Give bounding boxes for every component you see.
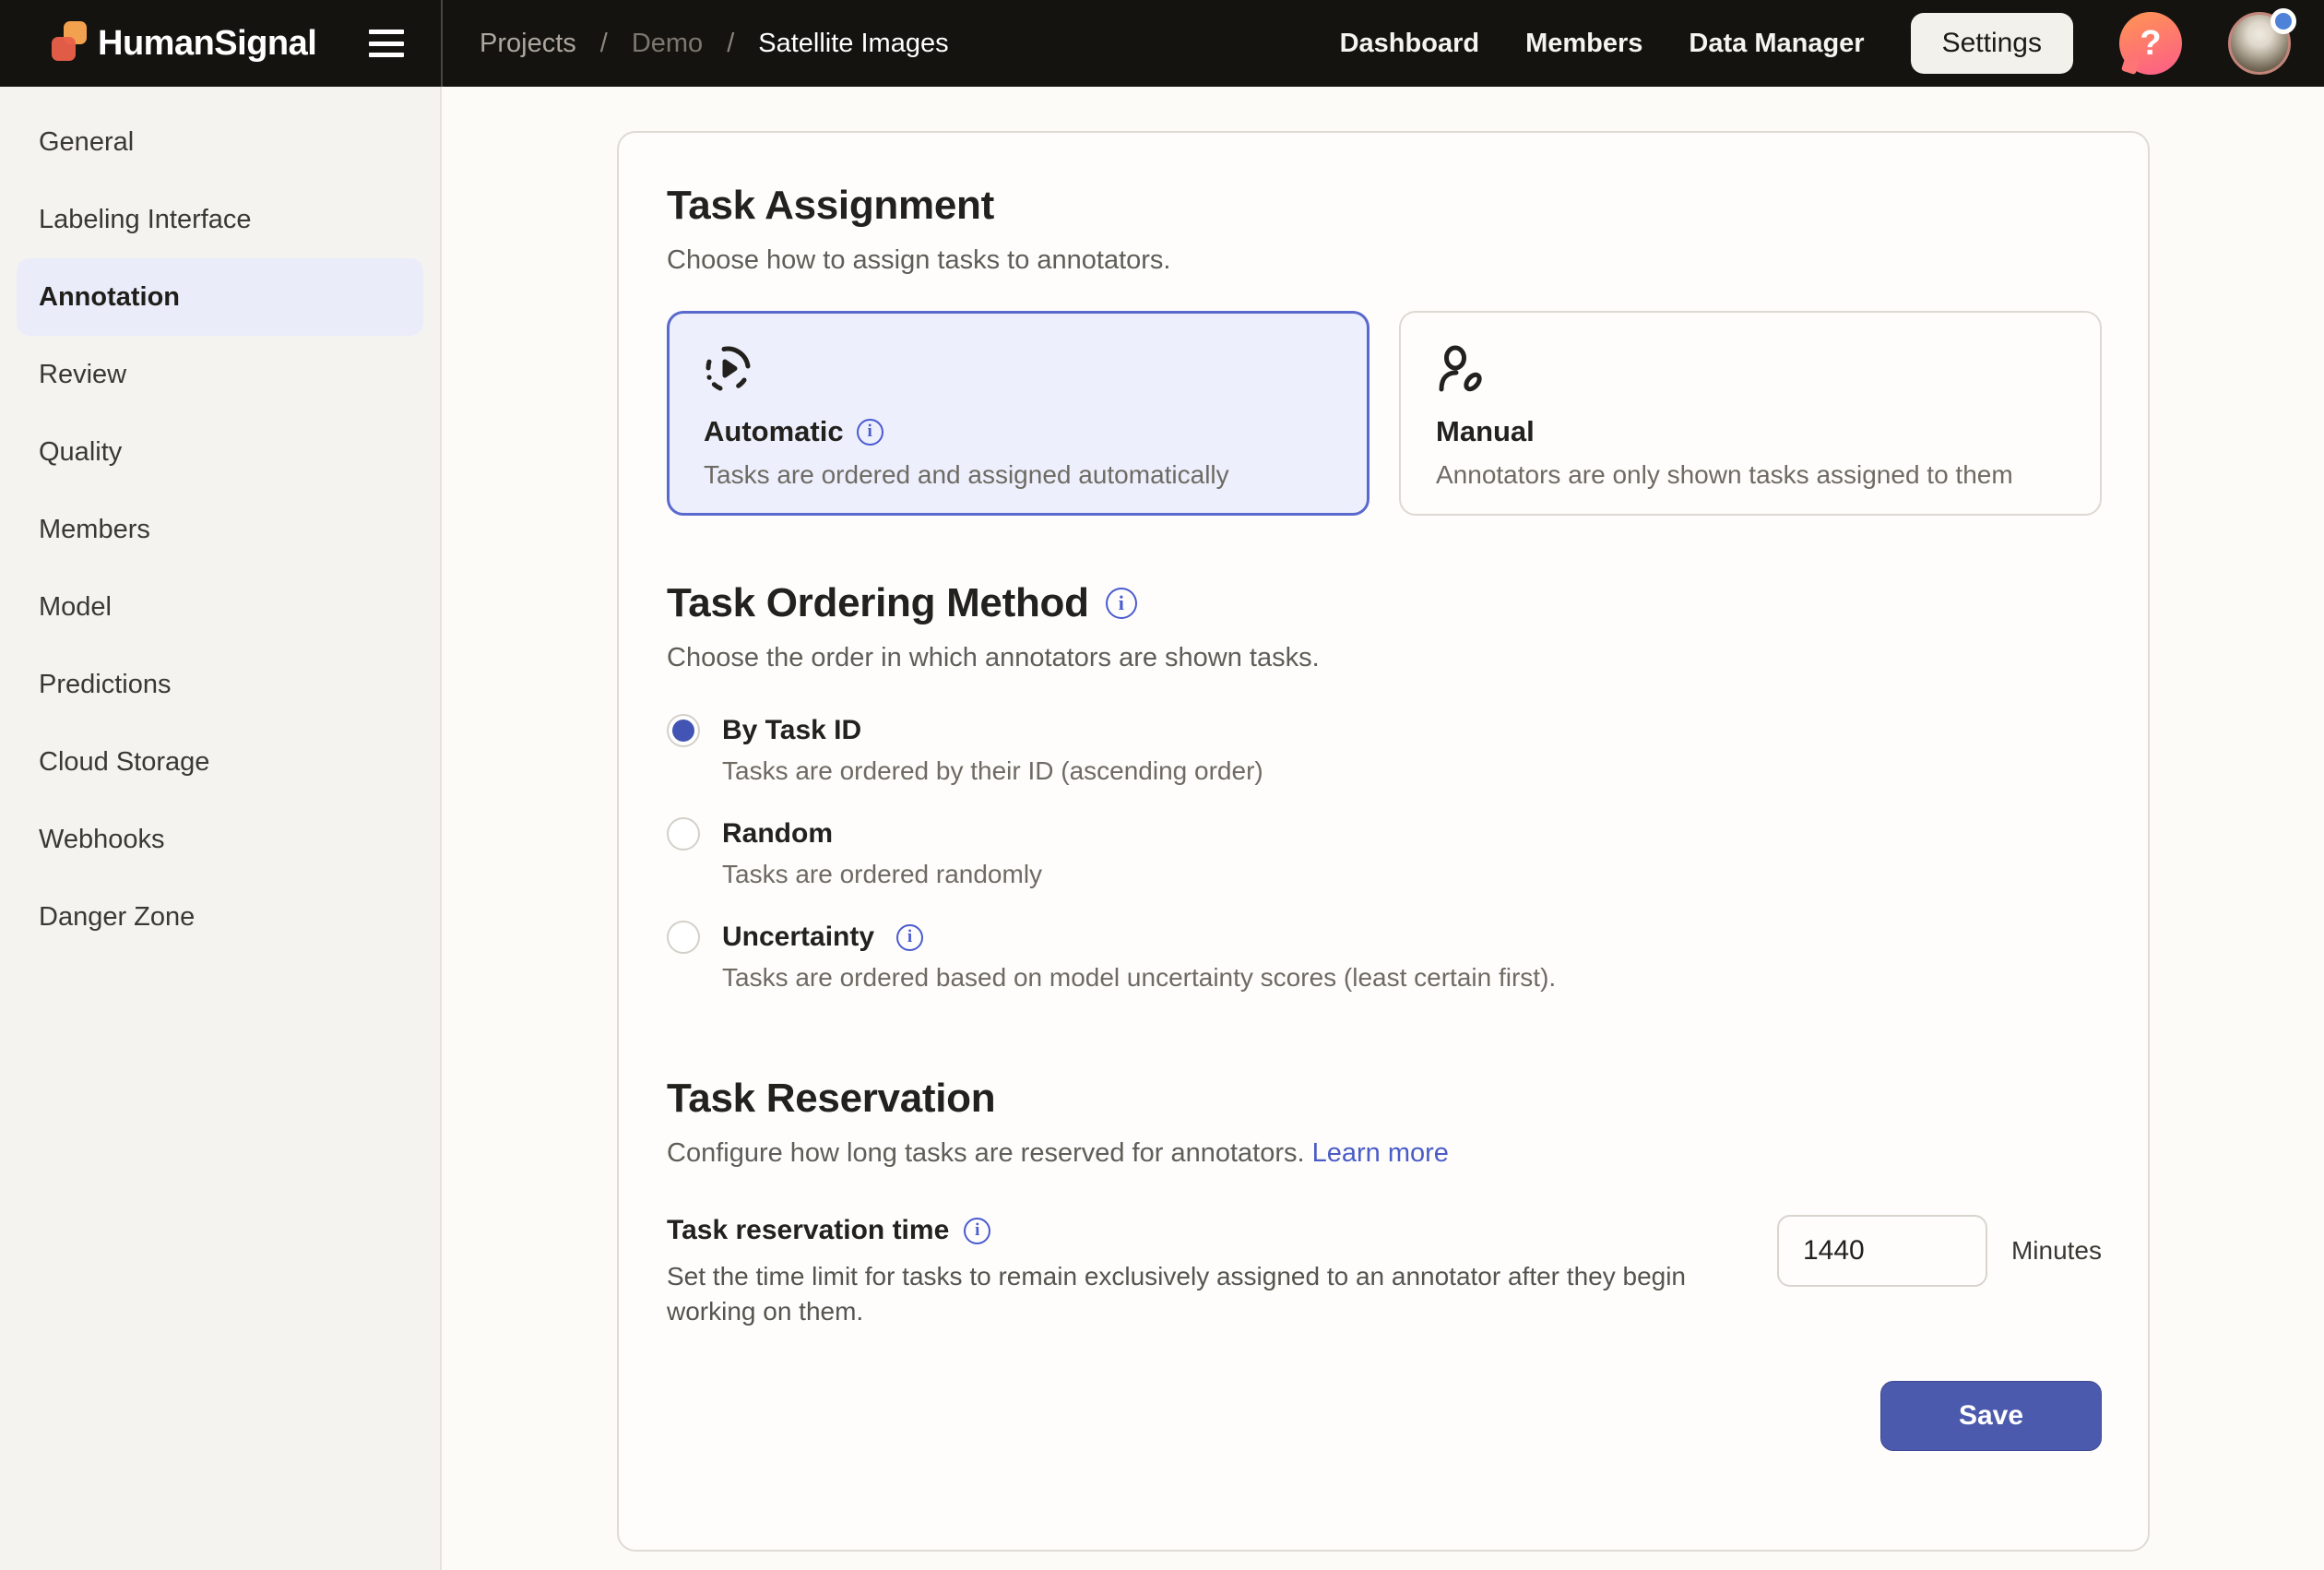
- automatic-title-row: Automatic: [704, 415, 1333, 448]
- uncertainty-radio[interactable]: [667, 921, 700, 954]
- task-ordering-title: Task Ordering Method: [667, 580, 2102, 626]
- user-avatar[interactable]: [2228, 12, 2291, 75]
- uncertainty-label: Uncertainty: [722, 922, 874, 953]
- breadcrumb-projects[interactable]: Projects: [480, 29, 576, 59]
- radio-option-random: Random Tasks are ordered randomly: [667, 817, 2102, 889]
- page-body: General Labeling Interface Annotation Re…: [0, 87, 2324, 1570]
- nav-data-manager[interactable]: Data Manager: [1689, 29, 1864, 59]
- nav-members[interactable]: Members: [1525, 29, 1642, 59]
- logo-text: HumanSignal: [98, 24, 316, 64]
- task-ordering-info-icon[interactable]: [1106, 588, 1137, 619]
- ordering-radio-group: By Task ID Tasks are ordered by their ID…: [667, 714, 2102, 993]
- sidebar-item-annotation[interactable]: Annotation: [17, 258, 423, 336]
- reservation-time-description: Set the time limit for tasks to remain e…: [667, 1259, 1746, 1329]
- humansignal-logo[interactable]: HumanSignal: [52, 21, 316, 65]
- sidebar-item-cloud-storage[interactable]: Cloud Storage: [17, 723, 423, 801]
- settings-sidebar: General Labeling Interface Annotation Re…: [0, 87, 442, 1570]
- by-task-id-description: Tasks are ordered by their ID (ascending…: [722, 756, 2102, 786]
- hamburger-menu-icon[interactable]: [369, 30, 404, 57]
- task-assignment-title-text: Task Assignment: [667, 183, 994, 229]
- save-button[interactable]: Save: [1880, 1381, 2102, 1451]
- sidebar-item-model[interactable]: Model: [17, 568, 423, 646]
- help-icon[interactable]: ?: [2119, 12, 2182, 75]
- task-reservation-section: Task Reservation Configure how long task…: [667, 1076, 2102, 1451]
- annotation-settings-panel: Task Assignment Choose how to assign tas…: [617, 131, 2150, 1552]
- sidebar-item-predictions[interactable]: Predictions: [17, 646, 423, 723]
- reservation-time-field-row: Task reservation time Set the time limit…: [667, 1215, 2102, 1329]
- sidebar-item-members[interactable]: Members: [17, 491, 423, 568]
- task-ordering-title-text: Task Ordering Method: [667, 580, 1089, 626]
- task-reservation-title: Task Reservation: [667, 1076, 2102, 1122]
- reservation-time-info-icon[interactable]: [964, 1218, 990, 1244]
- assignment-option-cards: Automatic Tasks are ordered and assigned…: [667, 311, 2102, 516]
- task-assignment-subtitle: Choose how to assign tasks to annotators…: [667, 245, 2102, 276]
- breadcrumb-separator: /: [600, 29, 608, 59]
- random-row[interactable]: Random: [667, 817, 2102, 850]
- autoplay-icon: [704, 344, 753, 394]
- settings-button[interactable]: Settings: [1911, 13, 2073, 74]
- nav-dashboard[interactable]: Dashboard: [1340, 29, 1479, 59]
- task-reservation-time-input[interactable]: [1777, 1215, 1987, 1287]
- breadcrumb-demo[interactable]: Demo: [632, 29, 703, 59]
- topbar-right: Dashboard Members Data Manager Settings …: [1340, 0, 2324, 87]
- uncertainty-info-icon[interactable]: [896, 924, 923, 951]
- random-label: Random: [722, 818, 833, 850]
- task-reservation-title-text: Task Reservation: [667, 1076, 995, 1122]
- task-reservation-subtitle: Configure how long tasks are reserved fo…: [667, 1138, 2102, 1169]
- assignment-card-automatic[interactable]: Automatic Tasks are ordered and assigned…: [667, 311, 1370, 516]
- topbar: HumanSignal Projects / Demo / Satellite …: [0, 0, 2324, 87]
- main-content: Task Assignment Choose how to assign tas…: [442, 87, 2324, 1570]
- app-root: HumanSignal Projects / Demo / Satellite …: [0, 0, 2324, 1570]
- learn-more-link[interactable]: Learn more: [1312, 1138, 1449, 1168]
- automatic-card-title: Automatic: [704, 415, 844, 448]
- humansignal-logo-icon: [52, 21, 87, 65]
- uncertainty-description: Tasks are ordered based on model uncerta…: [722, 963, 2102, 993]
- manual-title-row: Manual: [1436, 415, 2065, 448]
- radio-option-by-task-id: By Task ID Tasks are ordered by their ID…: [667, 714, 2102, 786]
- sidebar-item-quality[interactable]: Quality: [17, 413, 423, 491]
- by-task-id-label: By Task ID: [722, 715, 861, 746]
- task-ordering-section: Task Ordering Method Choose the order in…: [667, 580, 2102, 993]
- avatar-status-badge: [2271, 8, 2296, 34]
- sidebar-item-danger-zone[interactable]: Danger Zone: [17, 878, 423, 956]
- by-task-id-row[interactable]: By Task ID: [667, 714, 2102, 747]
- topbar-left: HumanSignal: [0, 0, 443, 87]
- task-reservation-subtitle-text: Configure how long tasks are reserved fo…: [667, 1138, 1305, 1168]
- breadcrumb-separator: /: [727, 29, 734, 59]
- breadcrumb: Projects / Demo / Satellite Images: [443, 0, 949, 87]
- task-ordering-subtitle: Choose the order in which annotators are…: [667, 643, 2102, 673]
- random-radio[interactable]: [667, 817, 700, 850]
- sidebar-item-labeling-interface[interactable]: Labeling Interface: [17, 181, 423, 258]
- reservation-time-input-group: Minutes: [1777, 1215, 2102, 1287]
- reservation-time-label-row: Task reservation time: [667, 1215, 1755, 1246]
- minutes-unit-label: Minutes: [2011, 1236, 2102, 1266]
- sidebar-item-webhooks[interactable]: Webhooks: [17, 801, 423, 878]
- task-assignment-title: Task Assignment: [667, 183, 2102, 229]
- reservation-time-label: Task reservation time: [667, 1215, 949, 1246]
- sidebar-item-general[interactable]: General: [17, 103, 423, 181]
- sidebar-item-review[interactable]: Review: [17, 336, 423, 413]
- random-description: Tasks are ordered randomly: [722, 860, 2102, 889]
- save-row: Save: [667, 1381, 2102, 1451]
- automatic-card-description: Tasks are ordered and assigned automatic…: [704, 460, 1333, 490]
- assignment-card-manual[interactable]: Manual Annotators are only shown tasks a…: [1399, 311, 2102, 516]
- by-task-id-radio[interactable]: [667, 714, 700, 747]
- reservation-time-field-left: Task reservation time Set the time limit…: [667, 1215, 1755, 1329]
- radio-option-uncertainty: Uncertainty Tasks are ordered based on m…: [667, 921, 2102, 993]
- manual-card-title: Manual: [1436, 415, 1535, 448]
- manual-card-description: Annotators are only shown tasks assigned…: [1436, 460, 2065, 490]
- automatic-info-icon[interactable]: [857, 419, 883, 446]
- user-edit-icon: [1436, 344, 1486, 394]
- breadcrumb-current-project: Satellite Images: [758, 29, 948, 59]
- uncertainty-row[interactable]: Uncertainty: [667, 921, 2102, 954]
